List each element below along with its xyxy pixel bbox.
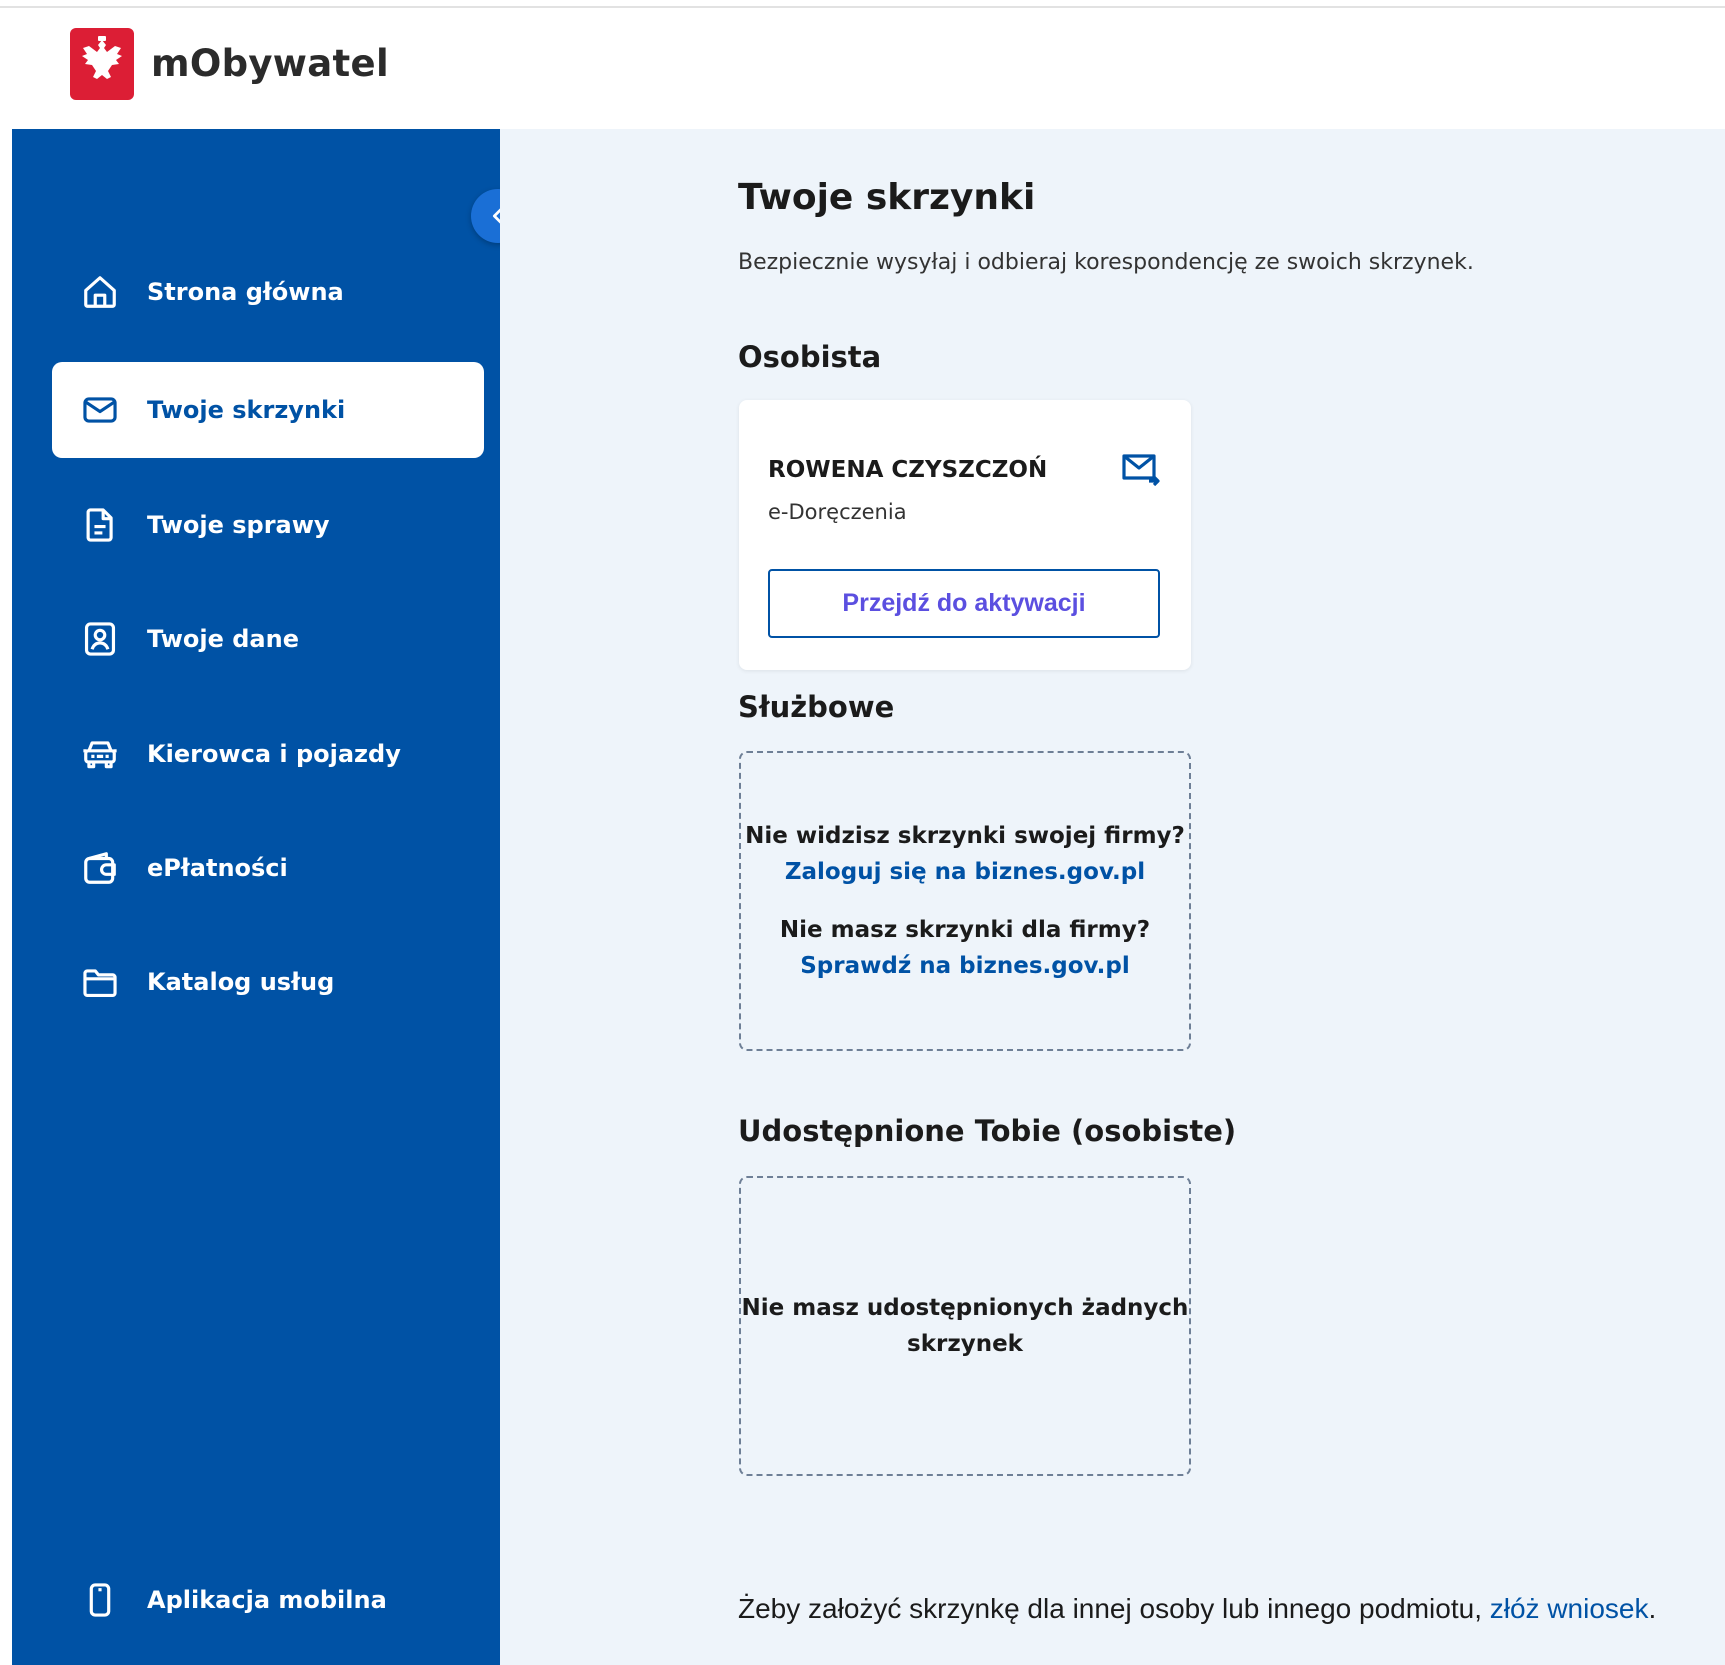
shared-mailbox-empty-box: Nie masz udostępnionych żadnych skrzynek (739, 1176, 1191, 1476)
sidebar-item-mailboxes[interactable]: Twoje skrzynki (52, 362, 484, 458)
sidebar-item-vehicles[interactable]: Kierowca i pojazdy (52, 706, 484, 802)
section-business-heading: Służbowe (738, 690, 895, 724)
section-shared-heading: Udostępnione Tobie (osobiste) (738, 1114, 1237, 1148)
business-question: Nie masz skrzynki dla firmy? (779, 917, 1151, 943)
login-biznes-link[interactable]: Zaloguj się na biznes.gov.pl (785, 854, 1145, 890)
home-icon (80, 272, 120, 312)
sidebar-item-label: ePłatności (147, 854, 288, 882)
sidebar-item-label: Kierowca i pojazdy (147, 740, 401, 768)
sidebar-item-label: Twoje dane (147, 625, 299, 653)
section-personal-heading: Osobista (738, 340, 882, 374)
mailbox-type: e-Doręczenia (768, 500, 907, 524)
sidebar-item-personal-data[interactable]: Twoje dane (52, 591, 484, 687)
page-subtitle: Bezpiecznie wysyłaj i odbieraj korespond… (738, 250, 1474, 275)
header: mObywatel (0, 8, 1725, 128)
phone-icon (80, 1580, 120, 1620)
person-badge-icon (80, 619, 120, 659)
wallet-icon (80, 848, 120, 888)
submit-application-link[interactable]: złóż wniosek (1490, 1593, 1649, 1624)
car-icon (80, 734, 120, 774)
folder-icon (80, 962, 120, 1002)
sidebar-item-label: Aplikacja mobilna (147, 1586, 387, 1614)
sidebar-item-home[interactable]: Strona główna (52, 244, 484, 340)
sidebar-item-mobile-app[interactable]: Aplikacja mobilna (52, 1552, 484, 1648)
app-title[interactable]: mObywatel (151, 42, 389, 85)
footer-text-end: . (1648, 1593, 1657, 1624)
sidebar-item-services-catalog[interactable]: Katalog usług (52, 934, 484, 1030)
check-biznes-link[interactable]: Sprawdź na biznes.gov.pl (800, 948, 1130, 984)
activate-button[interactable]: Przejdź do aktywacji (768, 569, 1160, 638)
sidebar-item-label: Strona główna (147, 278, 344, 306)
sidebar: Strona główna Twoje skrzynki Twoje spraw… (12, 129, 500, 1665)
eagle-emblem-icon[interactable] (70, 28, 134, 100)
mail-icon (80, 390, 120, 430)
footer-text: Żeby założyć skrzynkę dla innej osoby lu… (738, 1593, 1490, 1624)
page-title: Twoje skrzynki (738, 177, 1036, 218)
sidebar-item-label: Twoje skrzynki (147, 396, 346, 424)
empty-state-text: skrzynek (907, 1331, 1023, 1357)
personal-mailbox-card: ROWENA CZYSZCZOŃ e-Doręczenia Przejdź do… (739, 400, 1191, 670)
business-mailbox-empty-box: Nie widzisz skrzynki swojej firmy? Zalog… (739, 751, 1191, 1051)
sidebar-item-cases[interactable]: Twoje sprawy (52, 477, 484, 573)
mail-send-icon (1121, 452, 1161, 487)
business-question: Nie widzisz skrzynki swojej firmy? (745, 823, 1185, 849)
main-content: Twoje skrzynki Bezpiecznie wysyłaj i odb… (500, 129, 1725, 1665)
sidebar-item-label: Katalog usług (147, 968, 335, 996)
empty-state-text: Nie masz udostępnionych żadnych (741, 1295, 1189, 1321)
footer-note: Żeby założyć skrzynkę dla innej osoby lu… (738, 1593, 1656, 1625)
mailbox-owner-name: ROWENA CZYSZCZOŃ (768, 457, 1048, 483)
sidebar-item-label: Twoje sprawy (147, 511, 330, 539)
document-icon (80, 505, 120, 545)
sidebar-item-payments[interactable]: ePłatności (52, 820, 484, 916)
